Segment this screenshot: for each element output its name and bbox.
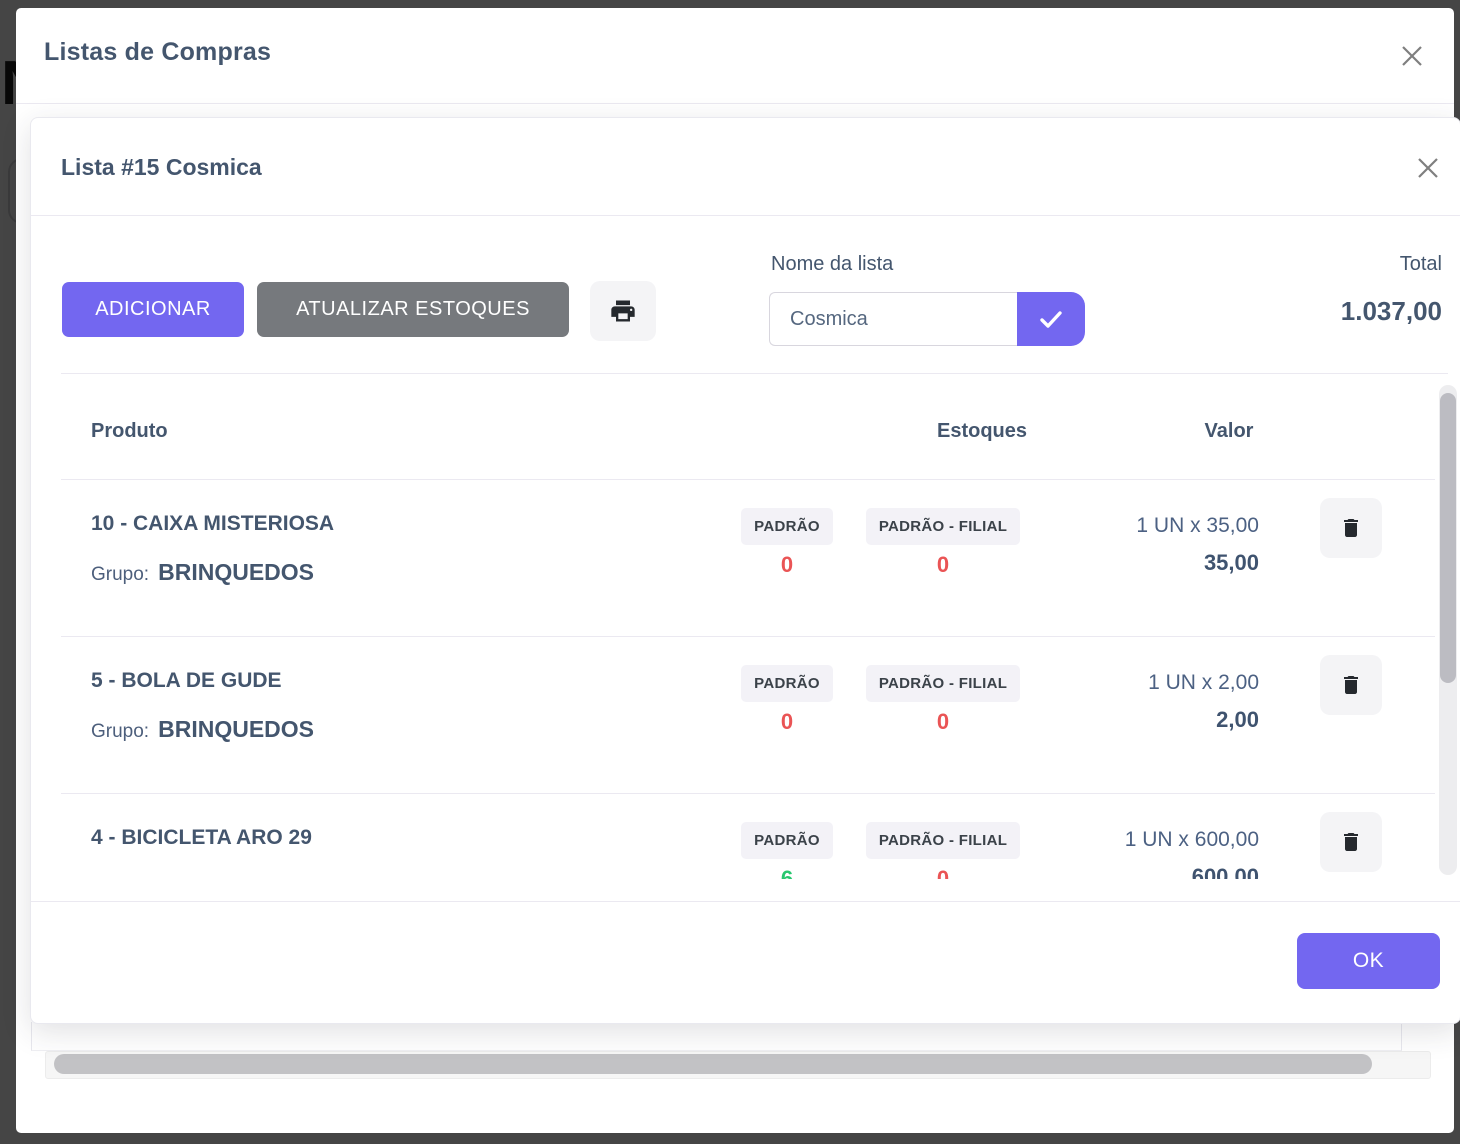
column-header-estoques: Estoques [892,420,1072,443]
stock-badge: PADRÃO [741,822,833,859]
outer-modal-title: Listas de Compras [44,38,271,67]
list-name-input[interactable] [769,292,1017,346]
horizontal-scrollbar[interactable] [45,1051,1431,1079]
stock-badge: PADRÃO - FILIAL [866,665,1020,702]
delete-item-button[interactable] [1320,812,1382,872]
printer-icon [609,297,637,325]
list-name-input-group [769,292,1085,346]
stock-cell-padrao-filial: PADRÃO - FILIAL 0 [833,665,1053,735]
table-header-row: Produto Estoques Valor [61,380,1435,480]
unit-price-line: 1 UN x 600,00 [1125,828,1259,852]
horizontal-scrollbar-thumb[interactable] [54,1054,1372,1074]
lista-detail-dialog: Lista #15 Cosmica ADICIONAR ATUALIZAR ES… [30,117,1460,1024]
total-label: Total [1400,253,1442,276]
stock-quantity: 0 [833,709,1053,735]
group-label: Grupo: [91,721,149,743]
row-total-value: 2,00 [1216,707,1259,733]
dialog-title: Lista #15 Cosmica [61,154,262,181]
close-icon [1397,41,1427,71]
outer-modal-close-button[interactable] [1390,34,1434,78]
stock-badge: PADRÃO [741,665,833,702]
product-row: 10 - CAIXA MISTERIOSA Grupo: BRINQUEDOS … [61,479,1435,637]
atualizar-estoques-button[interactable]: ATUALIZAR ESTOQUES [257,282,569,337]
column-header-valor: Valor [1169,420,1289,443]
stock-quantity: 0 [833,552,1053,578]
screen: N Listas de Compras Lista #15 Cosmica [0,0,1460,1144]
group-label: Grupo: [91,564,149,586]
divider [31,901,1460,902]
stock-cell-padrao-filial: PADRÃO - FILIAL 0 [833,508,1053,578]
stock-quantity: 0 [833,866,1053,879]
stock-badge: PADRÃO - FILIAL [866,822,1020,859]
delete-item-button[interactable] [1320,655,1382,715]
product-name: 5 - BOLA DE GUDE [91,669,282,693]
product-row: 5 - BOLA DE GUDE Grupo: BRINQUEDOS PADRÃ… [61,636,1435,794]
trash-icon [1339,673,1363,697]
product-name: 4 - BICICLETA ARO 29 [91,826,312,850]
stock-badge: PADRÃO [741,508,833,545]
group-value: BRINQUEDOS [158,559,314,586]
list-name-label: Nome da lista [771,253,893,276]
row-total-value: 35,00 [1204,550,1259,576]
stock-cell-padrao-filial: PADRÃO - FILIAL 0 [833,822,1053,879]
total-value: 1.037,00 [1341,296,1442,327]
confirm-name-button[interactable] [1017,292,1085,346]
dialog-header: Lista #15 Cosmica [31,118,1460,216]
unit-price-line: 1 UN x 35,00 [1136,514,1259,538]
adicionar-button[interactable]: ADICIONAR [62,282,244,337]
unit-price-line: 1 UN x 2,00 [1148,671,1259,695]
stock-badge: PADRÃO - FILIAL [866,508,1020,545]
close-icon [1413,153,1443,183]
product-group: Grupo: BRINQUEDOS [91,716,314,743]
vertical-scrollbar-thumb[interactable] [1440,393,1456,683]
dialog-close-button[interactable] [1406,146,1450,190]
ok-button[interactable]: OK [1297,933,1440,989]
outer-modal-header: Listas de Compras [16,8,1454,104]
vertical-scrollbar[interactable] [1439,385,1457,875]
column-header-produto: Produto [91,420,168,443]
row-total-value: 600,00 [1192,864,1259,879]
group-value: BRINQUEDOS [158,716,314,743]
product-name: 10 - CAIXA MISTERIOSA [91,512,334,536]
delete-item-button[interactable] [1320,498,1382,558]
trash-icon [1339,516,1363,540]
print-button[interactable] [590,281,656,341]
product-row: 4 - BICICLETA ARO 29 PADRÃO 6 PADRÃO - F… [61,793,1435,879]
covered-list-card-fragment [31,1022,1402,1051]
product-list-viewport[interactable]: Produto Estoques Valor 10 - CAIXA MISTER… [31,380,1460,879]
product-group: Grupo: BRINQUEDOS [91,559,314,586]
check-icon [1038,306,1064,332]
divider [61,373,1448,374]
trash-icon [1339,830,1363,854]
